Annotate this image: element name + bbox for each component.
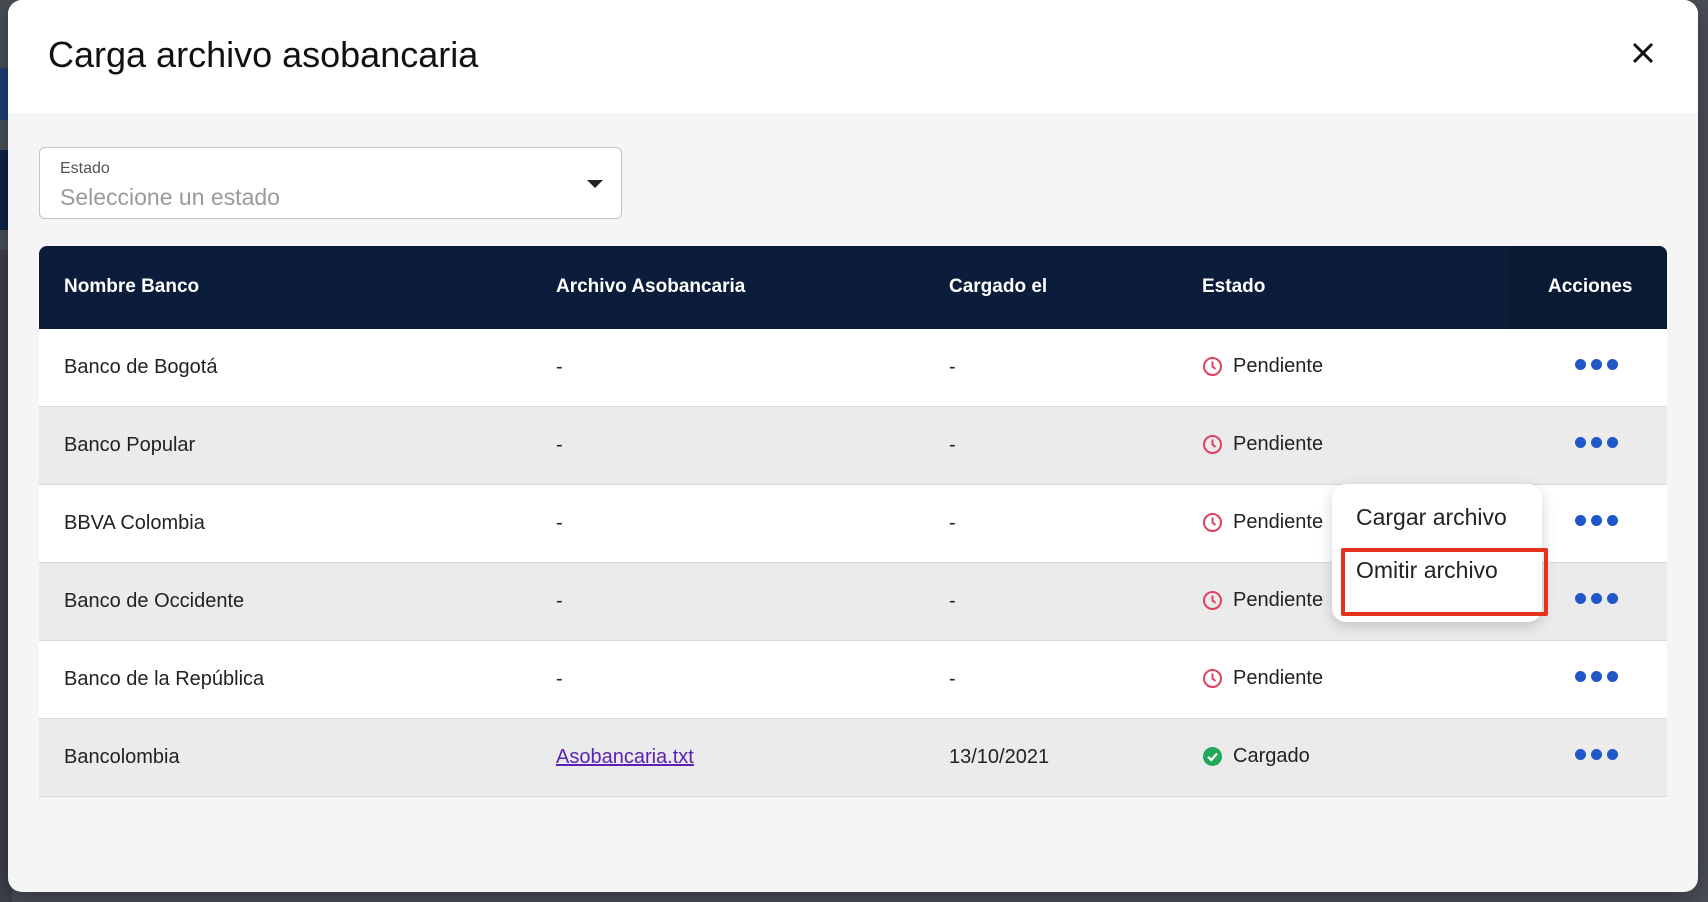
- modal-header: Carga archivo asobancaria: [8, 0, 1698, 113]
- table-row: Banco Popular - - Pendiente: [39, 407, 1667, 485]
- column-header-bank: Nombre Banco: [64, 276, 200, 297]
- status-cell: Pendiente: [1202, 667, 1323, 690]
- status-select-label: Estado: [60, 160, 110, 177]
- column-header-actions: Acciones: [1548, 276, 1633, 297]
- more-horizontal-icon: [1571, 509, 1622, 532]
- upload-date: -: [949, 668, 956, 690]
- upload-date: 13/10/2021: [949, 746, 1050, 768]
- more-horizontal-icon: [1571, 743, 1622, 766]
- status-label: Pendiente: [1233, 355, 1324, 377]
- bank-name: BBVA Colombia: [64, 512, 205, 534]
- row-actions-button[interactable]: [1571, 353, 1622, 376]
- file-name: -: [556, 512, 563, 534]
- file-name: -: [556, 356, 563, 378]
- status-cell: Pendiente: [1202, 511, 1323, 534]
- column-header-date: Cargado el: [949, 276, 1048, 297]
- clock-icon: [1202, 590, 1223, 611]
- status-select[interactable]: Estado Seleccione un estado: [39, 147, 622, 219]
- menu-item-cargar-archivo[interactable]: Cargar archivo: [1332, 504, 1542, 531]
- check-circle-icon: [1202, 746, 1223, 767]
- bank-name: Bancolombia: [64, 746, 180, 768]
- row-actions-button[interactable]: [1571, 743, 1622, 766]
- status-label: Pendiente: [1233, 511, 1324, 533]
- upload-modal: Carga archivo asobancaria Estado Selecci…: [8, 0, 1698, 892]
- bank-name: Banco de la República: [64, 668, 265, 690]
- status-label: Pendiente: [1233, 667, 1324, 689]
- row-actions-button[interactable]: [1571, 587, 1622, 610]
- file-name: -: [556, 668, 563, 690]
- bank-name: Banco Popular: [64, 434, 196, 456]
- row-actions-button[interactable]: [1571, 431, 1622, 454]
- file-name: -: [556, 434, 563, 456]
- clock-icon: [1202, 668, 1223, 689]
- upload-date: -: [949, 590, 956, 612]
- table-row: Banco de Bogotá - - Pendiente: [39, 329, 1667, 407]
- table-header: Nombre Banco Archivo Asobancaria Cargado…: [39, 246, 1667, 329]
- clock-icon: [1202, 512, 1223, 533]
- status-cell: Pendiente: [1202, 589, 1323, 612]
- clock-icon: [1202, 356, 1223, 377]
- upload-date: -: [949, 512, 956, 534]
- more-horizontal-icon: [1571, 587, 1622, 610]
- more-horizontal-icon: [1571, 665, 1622, 688]
- close-button[interactable]: [1626, 36, 1660, 70]
- bank-name: Banco de Bogotá: [64, 356, 218, 378]
- row-actions-button[interactable]: [1571, 509, 1622, 532]
- clock-icon: [1202, 434, 1223, 455]
- upload-date: -: [949, 356, 956, 378]
- status-cell: Cargado: [1202, 745, 1310, 768]
- more-horizontal-icon: [1571, 431, 1622, 454]
- close-icon: [1632, 42, 1654, 64]
- row-actions-menu: Cargar archivo Omitir archivo: [1332, 484, 1542, 622]
- file-link[interactable]: Asobancaria.txt: [556, 746, 694, 769]
- column-header-file: Archivo Asobancaria: [556, 276, 746, 297]
- table-row: Bancolombia Asobancaria.txt 13/10/2021 C…: [39, 719, 1667, 797]
- status-cell: Pendiente: [1202, 355, 1323, 378]
- status-select-placeholder: Seleccione un estado: [60, 184, 280, 210]
- chevron-down-icon: [587, 180, 603, 188]
- status-label: Pendiente: [1233, 589, 1324, 611]
- status-cell: Pendiente: [1202, 433, 1323, 456]
- row-actions-button[interactable]: [1571, 665, 1622, 688]
- menu-item-omitir-archivo[interactable]: Omitir archivo: [1332, 546, 1542, 600]
- status-label: Cargado: [1233, 745, 1310, 767]
- column-header-status: Estado: [1202, 276, 1266, 297]
- modal-title: Carga archivo asobancaria: [48, 34, 479, 75]
- status-label: Pendiente: [1233, 433, 1324, 455]
- table-row: Banco de la República - - Pendiente: [39, 641, 1667, 719]
- bank-name: Banco de Occidente: [64, 590, 245, 612]
- more-horizontal-icon: [1571, 353, 1622, 376]
- upload-date: -: [949, 434, 956, 456]
- file-name: -: [556, 590, 563, 612]
